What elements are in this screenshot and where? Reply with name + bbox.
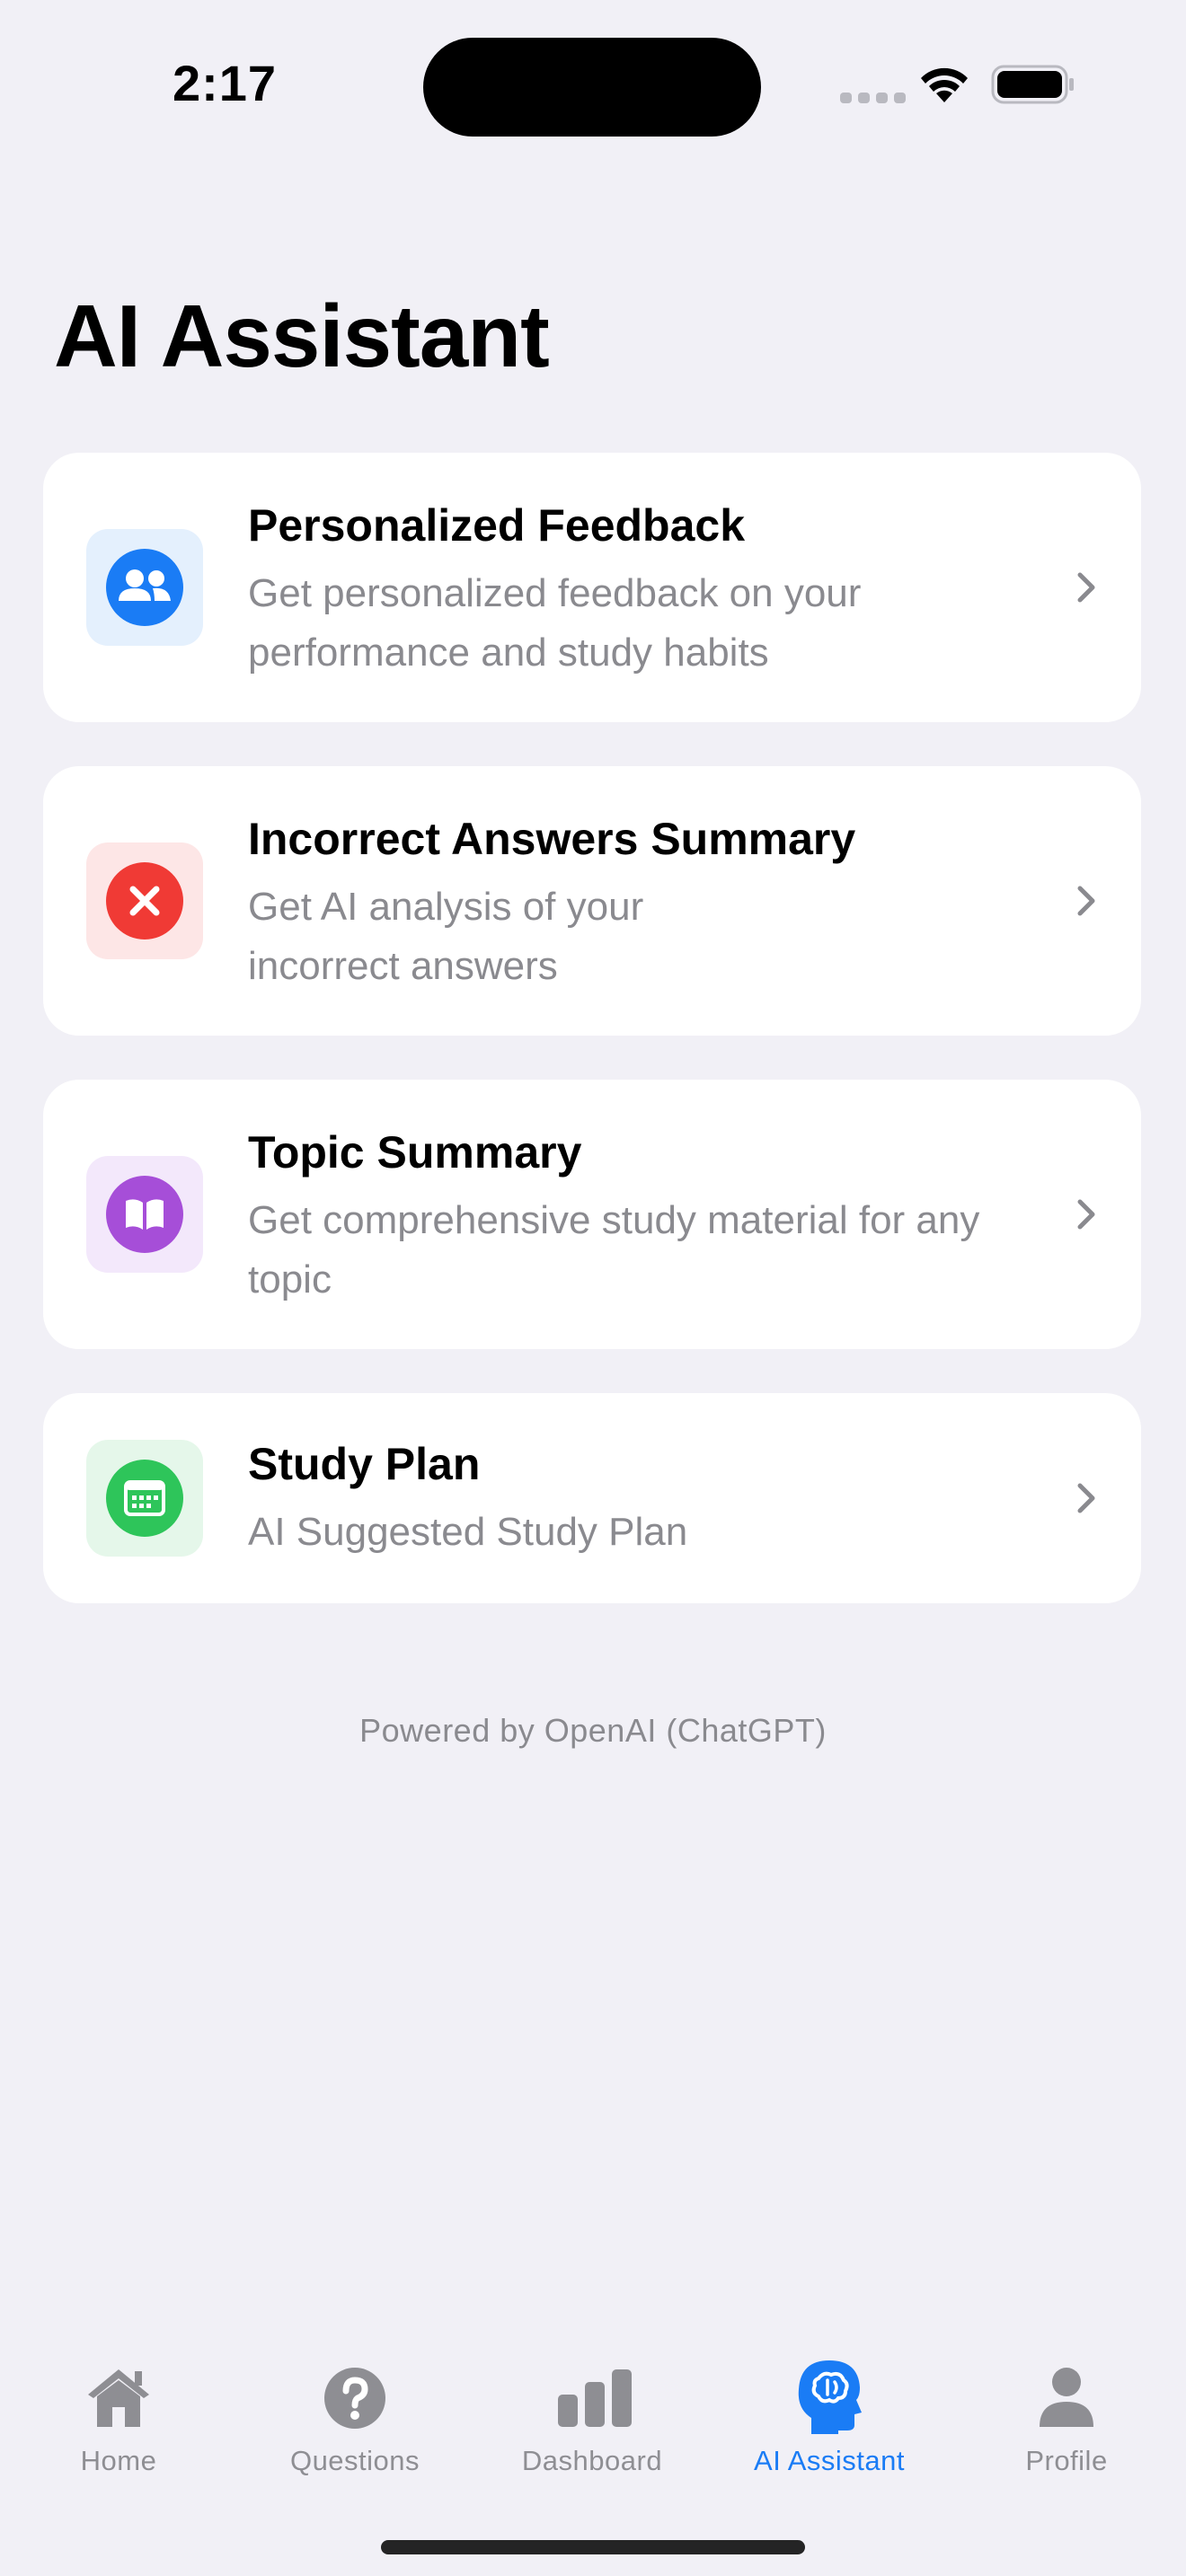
- wifi-icon: [921, 67, 968, 102]
- person-icon: [1040, 2368, 1093, 2427]
- people-icon: [119, 569, 171, 601]
- chevron-right-icon: [1077, 572, 1095, 603]
- battery-icon: [991, 65, 1074, 104]
- card-subtitle: Get personalized feedback on your perfor…: [248, 571, 862, 675]
- tab-label: Home: [80, 2445, 157, 2476]
- book-icon: [126, 1199, 164, 1230]
- personalized-feedback-card[interactable]: Personalized Feedback Get personalized f…: [43, 453, 1141, 722]
- tab-label: Questions: [289, 2445, 420, 2476]
- incorrect-answers-icon-tile: [86, 842, 203, 959]
- status-bar: 2:17: [0, 0, 1186, 171]
- tab-questions[interactable]: Questions: [247, 2335, 463, 2488]
- status-time: 2:17: [172, 55, 278, 111]
- tab-profile[interactable]: Profile: [959, 2335, 1174, 2488]
- dynamic-island: [423, 38, 761, 137]
- page-title: AI Assistant: [54, 287, 550, 385]
- chevron-right-icon: [1077, 1199, 1095, 1230]
- topic-summary-icon-tile: [86, 1156, 203, 1273]
- card-subtitle: AI Suggested Study Plan: [248, 1510, 688, 1554]
- study-plan-card[interactable]: Study Plan AI Suggested Study Plan: [43, 1393, 1141, 1603]
- house-icon: [88, 2369, 149, 2427]
- xmark-icon: [129, 886, 160, 916]
- chevron-right-icon: [1077, 886, 1095, 916]
- tab-label: Profile: [1025, 2445, 1108, 2476]
- tab-label: AI Assistant: [754, 2445, 905, 2476]
- card-subtitle: Get AI analysis of your incorrect answer…: [248, 885, 644, 988]
- card-title: Incorrect Answers Summary: [248, 814, 856, 864]
- tab-dashboard[interactable]: Dashboard: [484, 2335, 700, 2488]
- topic-summary-card[interactable]: Topic Summary Get comprehensive study ma…: [43, 1080, 1141, 1349]
- card-subtitle: Get comprehensive study material for any…: [248, 1198, 980, 1301]
- home-indicator: [381, 2540, 805, 2554]
- incorrect-answers-summary-card[interactable]: Incorrect Answers Summary Get AI analysi…: [43, 766, 1141, 1036]
- brain-head-icon: [798, 2360, 862, 2434]
- card-title: Personalized Feedback: [248, 500, 746, 551]
- tab-home[interactable]: Home: [11, 2335, 226, 2488]
- tab-label: Dashboard: [521, 2445, 663, 2476]
- chart-bar-icon: [558, 2369, 632, 2427]
- chevron-right-icon: [1077, 1483, 1095, 1513]
- tab-ai-assistant[interactable]: AI Assistant: [721, 2335, 937, 2488]
- study-plan-icon-tile: [86, 1440, 203, 1557]
- card-title: Topic Summary: [248, 1127, 582, 1178]
- calendar-icon: [124, 1480, 165, 1516]
- personalized-feedback-icon-tile: [86, 529, 203, 646]
- powered-by-label: Powered by OpenAI (ChatGPT): [359, 1712, 827, 1749]
- question-icon: [324, 2368, 385, 2429]
- card-title: Study Plan: [248, 1439, 481, 1489]
